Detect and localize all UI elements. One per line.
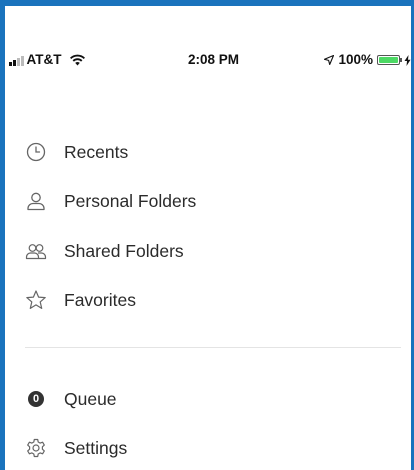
menu-item-settings[interactable]: Settings [5, 428, 411, 468]
status-time: 2:08 PM [188, 52, 240, 67]
status-right: 100% [324, 50, 411, 70]
queue-count-badge: 0 [32, 393, 40, 405]
menu-divider [25, 347, 401, 348]
person-icon [27, 192, 45, 211]
menu-item-label: Personal Folders [64, 191, 197, 211]
gear-icon [27, 438, 45, 458]
location-arrow-icon [324, 55, 335, 65]
star-icon [26, 290, 46, 309]
menu-item-label: Settings [64, 438, 128, 458]
battery-percent: 100% [338, 52, 373, 67]
menu-item-label: Queue [64, 389, 117, 409]
carrier-name: AT&T [26, 52, 62, 67]
status-bar: AT&T 2:08 PM 100% [5, 50, 411, 70]
battery-icon [377, 55, 402, 65]
menu-item-personal-folders[interactable]: Personal Folders [5, 181, 411, 221]
menu-item-label: Recents [64, 142, 129, 162]
menu-item-favorites[interactable]: Favorites [5, 280, 411, 320]
carrier-group: AT&T [9, 50, 86, 70]
charging-icon [404, 54, 411, 66]
wifi-icon [69, 54, 85, 66]
menu-item-label: Shared Folders [64, 241, 184, 261]
menu-item-shared-folders[interactable]: Shared Folders [5, 231, 411, 271]
signal-icon [9, 55, 24, 66]
side-menu-panel: AT&T 2:08 PM 100% Recents Personal Folde… [5, 6, 411, 470]
menu-item-label: Favorites [64, 290, 136, 310]
people-icon [25, 244, 47, 260]
clock-icon [26, 142, 46, 162]
menu-item-queue[interactable]: 0 Queue [5, 379, 411, 419]
menu-item-recents[interactable]: Recents [5, 132, 411, 172]
